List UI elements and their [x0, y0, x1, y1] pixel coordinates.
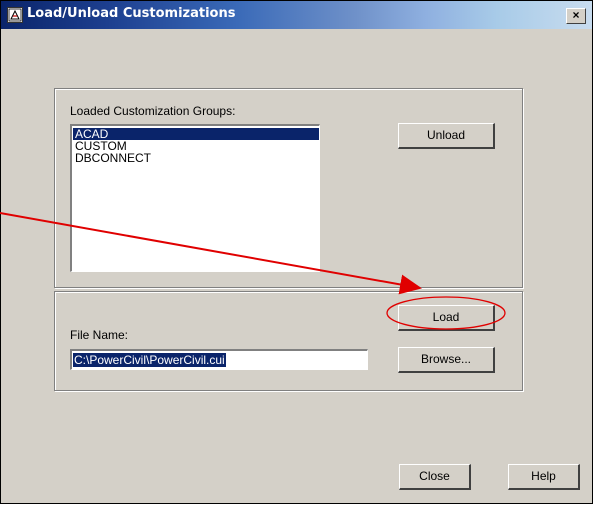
annotation-overlay	[0, 212, 506, 330]
annotation-arrow	[0, 212, 422, 295]
annotation-circle	[386, 296, 506, 330]
